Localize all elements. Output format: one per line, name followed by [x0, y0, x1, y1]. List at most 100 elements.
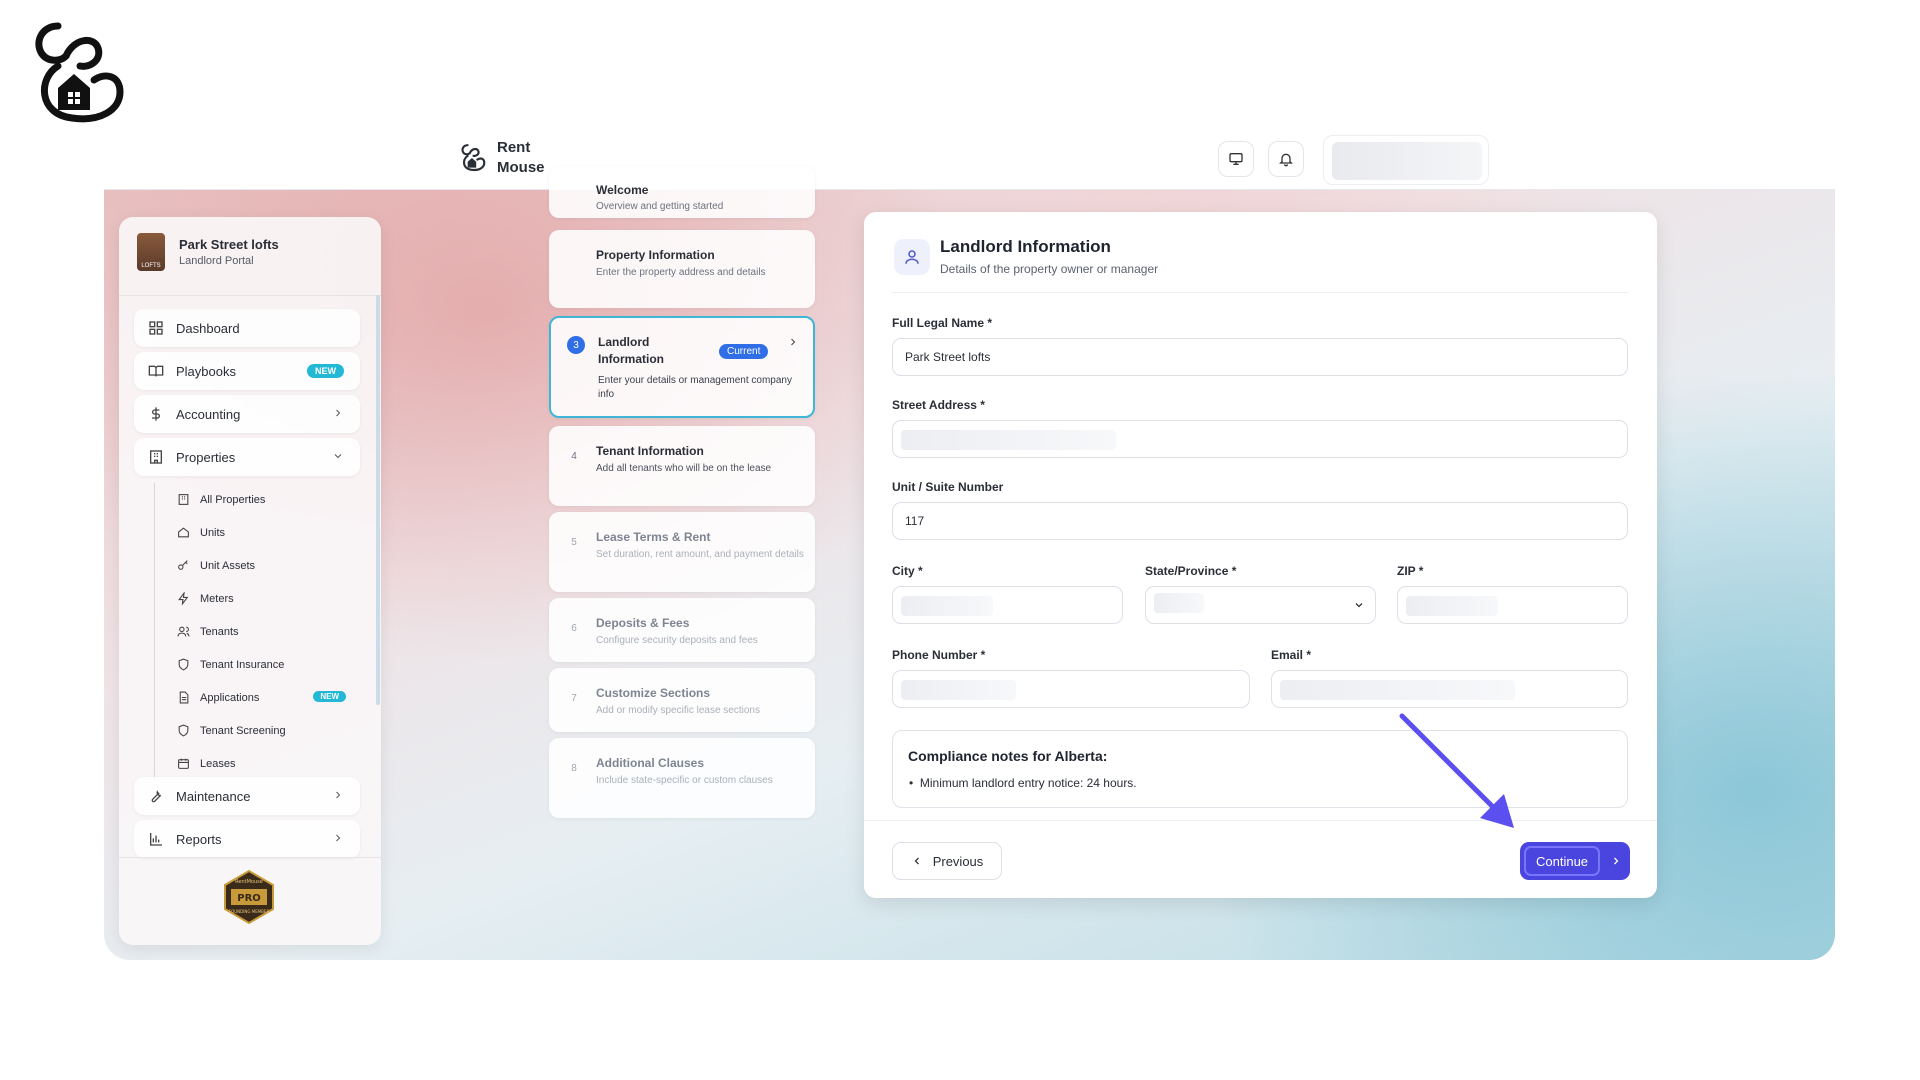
- new-badge: NEW: [307, 364, 344, 378]
- step-number: 3: [567, 336, 585, 354]
- step-customize-sections[interactable]: 7 Customize Sections Add or modify speci…: [549, 668, 815, 732]
- step-desc: Include state-specific or custom clauses: [596, 775, 773, 786]
- sidebar-item-reports[interactable]: Reports: [134, 820, 360, 858]
- sidebar-item-label: Dashboard: [176, 320, 240, 336]
- unit-label: Unit / Suite Number: [892, 480, 1004, 494]
- sidebar-item-maintenance[interactable]: Maintenance: [134, 777, 360, 815]
- brand-name: Rent Mouse: [497, 139, 545, 176]
- notifications-button[interactable]: [1268, 141, 1304, 177]
- sidebar-item-leases[interactable]: Leases: [155, 747, 354, 780]
- sidebar-item-label: Tenant Insurance: [200, 658, 285, 671]
- street-address-label: Street Address *: [892, 398, 985, 412]
- top-bar: Rent Mouse: [104, 130, 1835, 190]
- org-header[interactable]: LOFTS Park Street lofts Landlord Portal: [137, 233, 279, 271]
- sidebar-item-tenants[interactable]: Tenants: [155, 615, 354, 648]
- sidebar-item-label: Unit Assets: [200, 559, 256, 572]
- chevron-right-icon: [791, 338, 796, 346]
- step-landlord-information[interactable]: 3 Landlord Information Current Enter you…: [549, 316, 815, 418]
- phone-input[interactable]: [892, 670, 1250, 708]
- sidebar-item-accounting[interactable]: Accounting: [134, 395, 360, 433]
- divider: [119, 295, 381, 296]
- redacted-value: [1280, 680, 1515, 700]
- email-input[interactable]: [1271, 670, 1628, 708]
- book-icon: [148, 365, 164, 377]
- rent-mouse-logo-icon: [461, 144, 486, 172]
- step-lease-terms-rent[interactable]: 5 Lease Terms & Rent Set duration, rent …: [549, 512, 815, 592]
- key-icon: [178, 560, 188, 570]
- monitor-button[interactable]: [1218, 141, 1254, 177]
- sidebar-item-units[interactable]: Units: [155, 516, 354, 549]
- step-title: Property Information: [596, 248, 715, 262]
- grid-icon: [149, 321, 163, 335]
- step-property-information[interactable]: Property Information Enter the property …: [549, 230, 815, 308]
- street-address-input[interactable]: [892, 420, 1628, 458]
- step-desc: Add all tenants who will be on the lease: [596, 463, 772, 474]
- sidebar-item-label: Accounting: [176, 406, 241, 422]
- divider: [892, 292, 1628, 293]
- city-label: City *: [892, 564, 923, 578]
- step-title: Welcome: [596, 183, 649, 197]
- wrench-icon: [151, 790, 162, 803]
- user-menu[interactable]: [1323, 135, 1489, 185]
- step-desc: Add or modify specific lease sections: [596, 705, 760, 716]
- home-icon: [178, 527, 189, 538]
- new-badge: NEW: [313, 691, 346, 702]
- city-input[interactable]: [892, 586, 1123, 624]
- unit-input[interactable]: 117: [892, 502, 1628, 540]
- zip-label: ZIP *: [1397, 564, 1424, 578]
- sidebar-item-label: Playbooks: [176, 363, 236, 379]
- sidebar-item-label: Leases: [200, 757, 236, 770]
- phone-label: Phone Number *: [892, 648, 986, 662]
- org-name: Park Street lofts: [179, 237, 279, 252]
- previous-button[interactable]: Previous: [892, 842, 1002, 880]
- step-number: 4: [571, 450, 577, 462]
- sidebar-item-unit-assets[interactable]: Unit Assets: [155, 549, 354, 582]
- dollar-icon: [152, 407, 160, 421]
- step-title: Customize Sections: [596, 686, 711, 700]
- chevron-down-icon: [1355, 603, 1363, 608]
- pro-founding-member-badge-icon: RentMouse PRO FOUNDING MEMBER: [224, 869, 274, 925]
- step-desc: Enter your details or management company…: [598, 375, 792, 400]
- step-number: 6: [571, 622, 577, 634]
- full-name-input[interactable]: Park Street lofts: [892, 338, 1628, 376]
- step-welcome[interactable]: Welcome Overview and getting started: [549, 166, 815, 218]
- chevron-left-icon: [914, 857, 919, 865]
- step-deposits-fees[interactable]: 6 Deposits & Fees Configure security dep…: [549, 598, 815, 662]
- previous-label: Previous: [932, 853, 984, 869]
- users-icon: [177, 626, 190, 637]
- sidebar-item-tenant-screening[interactable]: Tenant Screening: [155, 714, 354, 747]
- sidebar-scrollbar[interactable]: [376, 295, 380, 705]
- zip-input[interactable]: [1397, 586, 1628, 624]
- sidebar-item-all-properties[interactable]: All Properties: [155, 483, 354, 516]
- svg-text:FOUNDING MEMBER: FOUNDING MEMBER: [229, 909, 270, 914]
- sidebar-item-playbooks[interactable]: Playbooks NEW: [134, 352, 360, 390]
- redacted-user: [1332, 142, 1482, 180]
- sidebar-item-label: Tenant Screening: [200, 724, 286, 737]
- state-select[interactable]: [1145, 586, 1376, 624]
- building-icon: [150, 450, 162, 464]
- org-subtitle: Landlord Portal: [179, 255, 254, 267]
- sidebar-item-tenant-insurance[interactable]: Tenant Insurance: [155, 648, 354, 681]
- user-icon: [905, 250, 919, 264]
- rent-mouse-logo-icon: [35, 22, 124, 123]
- chevron-right-icon: [336, 791, 341, 799]
- step-title: Additional Clauses: [596, 756, 705, 770]
- shield-icon: [178, 658, 189, 671]
- step-tenant-information[interactable]: 4 Tenant Information Add all tenants who…: [549, 426, 815, 506]
- step-additional-clauses[interactable]: 8 Additional Clauses Include state-speci…: [549, 738, 815, 818]
- app-window: Rent Mouse LOFTS Park Street lofts Landl…: [104, 130, 1835, 960]
- step-desc: Overview and getting started: [596, 201, 724, 212]
- sidebar-item-properties[interactable]: Properties: [134, 438, 360, 476]
- sidebar-item-dashboard[interactable]: Dashboard: [134, 309, 360, 347]
- sidebar-item-label: Properties: [176, 449, 236, 465]
- brand[interactable]: Rent Mouse: [459, 138, 557, 178]
- redacted-value: [1154, 593, 1204, 613]
- sidebar-item-meters[interactable]: Meters: [155, 582, 354, 615]
- step-title: Tenant Information: [596, 444, 704, 458]
- sidebar-item-label: Maintenance: [176, 788, 251, 804]
- sidebar-item-label: Reports: [176, 831, 222, 847]
- continue-button[interactable]: Continue: [1520, 842, 1630, 880]
- step-desc: Configure security deposits and fees: [596, 635, 758, 646]
- sidebar-item-applications[interactable]: Applications NEW: [155, 681, 354, 714]
- redacted-value: [901, 680, 1016, 700]
